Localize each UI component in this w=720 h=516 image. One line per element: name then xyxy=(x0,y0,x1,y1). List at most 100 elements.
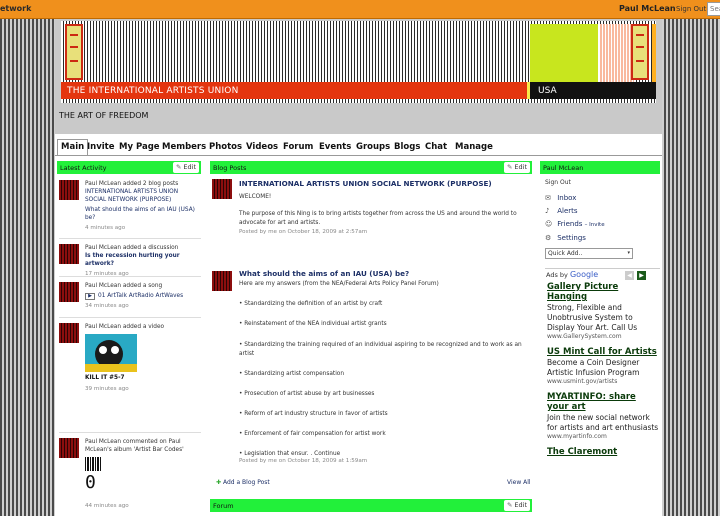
iau-logo-small-icon xyxy=(631,24,649,80)
people-icon: ☺ xyxy=(545,220,553,228)
view-all-link[interactable]: View All xyxy=(507,479,531,486)
banner-country: USA xyxy=(530,82,656,99)
ad-next-button[interactable]: ▶ xyxy=(637,271,646,280)
avatar[interactable] xyxy=(59,438,79,458)
site-header: THE INTERNATIONAL ARTISTS UNION USA THE … xyxy=(55,19,662,134)
song-link[interactable]: 01 ArtTalk ArtRadio ArtWaves xyxy=(98,293,183,299)
banner-orange-strip xyxy=(652,24,656,82)
barcode-image[interactable] xyxy=(85,457,101,471)
barcode-digit: 0 xyxy=(85,472,96,493)
ads-by-google[interactable]: Ads by Google xyxy=(546,270,598,279)
activity-time: 44 minutes ago xyxy=(85,503,129,509)
top-bar: etwork Paul McLean Sign Out xyxy=(0,0,720,19)
forum-title: Forum xyxy=(213,502,234,510)
blog-post-bullet: • Enforcement of fair compensation for a… xyxy=(239,431,386,437)
ad-body: Join the new social network for artists … xyxy=(547,413,659,432)
tab-blogs[interactable]: Blogs xyxy=(394,139,420,155)
blog-post-bullet: • Standardizing artist compensation xyxy=(239,371,345,377)
tab-manage[interactable]: Manage xyxy=(455,139,493,155)
avatar[interactable] xyxy=(59,282,79,302)
invite-link[interactable]: – Invite xyxy=(585,222,605,228)
activity-link[interactable]: INTERNATIONAL ARTISTS UNION SOCIAL NETWO… xyxy=(85,188,201,204)
forum-edit-button[interactable]: ✎ Edit xyxy=(503,500,530,511)
blog-post-meta: Posted by me on October 18, 2009 at 2:57… xyxy=(239,229,368,235)
tab-invite[interactable]: Invite xyxy=(87,139,115,155)
tab-forum[interactable]: Forum xyxy=(283,139,313,155)
network-name[interactable]: etwork xyxy=(0,4,31,13)
ad-title[interactable]: The Claremont xyxy=(547,447,660,457)
banner-peach-block xyxy=(600,24,634,82)
banner-title: THE INTERNATIONAL ARTISTS UNION xyxy=(61,82,527,99)
video-link[interactable]: KILL IT #5-7 xyxy=(85,374,201,382)
divider xyxy=(59,276,201,277)
author-avatar[interactable] xyxy=(212,271,232,291)
avatar[interactable] xyxy=(59,244,79,264)
tab-events[interactable]: Events xyxy=(319,139,351,155)
sidebar-item-inbox[interactable]: ✉ Inbox xyxy=(545,192,660,205)
tab-main[interactable]: Main xyxy=(57,139,89,155)
video-thumbnail[interactable] xyxy=(85,334,137,372)
ad-prev-button[interactable]: ◀ xyxy=(625,271,634,280)
blog-posts-title: Blog Posts xyxy=(213,164,247,172)
ads-list: Gallery Picture Hanging Strong, Flexible… xyxy=(547,282,660,457)
tab-chat[interactable]: Chat xyxy=(425,139,447,155)
sidebar-sign-out-link[interactable]: Sign Out xyxy=(545,179,660,186)
user-box-title[interactable]: Paul McLean xyxy=(543,164,583,172)
google-logo: Google xyxy=(569,270,599,279)
activity-link[interactable]: What should the aims of an IAU (USA) be? xyxy=(85,206,201,222)
activity-edit-button[interactable]: ✎ Edit xyxy=(172,162,199,173)
tab-my-page[interactable]: My Page xyxy=(119,139,160,155)
tab-photos[interactable]: Photos xyxy=(209,139,242,155)
blog-post-bullet: • Prosecution of artist abuse by art bus… xyxy=(239,391,375,397)
envelope-icon: ✉ xyxy=(545,194,551,202)
ad-title[interactable]: US Mint Call for Artists xyxy=(547,347,660,357)
activity-time: 4 minutes ago xyxy=(85,225,126,231)
nav-divider xyxy=(55,155,662,156)
blog-post-title[interactable]: INTERNATIONAL ARTISTS UNION SOCIAL NETWO… xyxy=(239,179,531,188)
tab-groups[interactable]: Groups xyxy=(356,139,390,155)
ad-url[interactable]: www.GallerySystem.com xyxy=(547,333,660,340)
ad-url[interactable]: www.myartinfo.com xyxy=(547,433,660,440)
activity-text: Paul McLean added a video xyxy=(85,324,165,330)
ad-url[interactable]: www.usmint.gov/artists xyxy=(547,378,660,385)
sidebar-item-alerts[interactable]: ♪ Alerts xyxy=(545,205,660,218)
sidebar-item-settings[interactable]: ⚙ Settings xyxy=(545,232,660,245)
blog-post-bullet: • Reinstatement of the NEA individual ar… xyxy=(239,321,387,327)
blog-post-meta: Posted by me on October 18, 2009 at 1:59… xyxy=(239,458,368,464)
activity-text: Paul McLean added 2 blog posts xyxy=(85,181,179,187)
ad-title[interactable]: MYARTINFO: share your art xyxy=(547,392,660,412)
wrench-icon: ✎ xyxy=(175,163,182,171)
sign-out-link[interactable]: Sign Out xyxy=(676,5,706,13)
user-name-link[interactable]: Paul McLean xyxy=(619,4,676,13)
quick-add-select[interactable]: Quick Add.. ▾ xyxy=(545,248,633,259)
latest-activity-header: Latest Activity ✎ Edit xyxy=(57,161,201,174)
banner-yellow-block xyxy=(530,24,598,82)
sidebar-item-friends[interactable]: ☺ Friends – Invite xyxy=(545,218,660,232)
tab-members[interactable]: Members xyxy=(162,139,206,155)
play-icon[interactable]: ▶ xyxy=(85,293,95,300)
activity-link[interactable]: Is the recession hurting your artwork? xyxy=(85,252,201,268)
blog-post-text: WELCOME! xyxy=(239,194,272,200)
ad-title[interactable]: Gallery Picture Hanging xyxy=(547,282,660,302)
tab-videos[interactable]: Videos xyxy=(246,139,278,155)
divider xyxy=(59,238,201,239)
blog-post-bullet: • Legislation that ensur. . Continue xyxy=(239,451,341,457)
author-avatar[interactable] xyxy=(212,179,232,199)
user-box-header: Paul McLean xyxy=(540,161,660,174)
site-tagline: THE ART OF FREEDOM xyxy=(59,111,149,120)
blog-post-title[interactable]: What should the aims of an IAU (USA) be? xyxy=(239,269,531,278)
divider xyxy=(545,268,660,269)
blog-edit-button[interactable]: ✎ Edit xyxy=(503,162,530,173)
bell-icon: ♪ xyxy=(545,207,550,215)
divider xyxy=(59,432,201,433)
iau-logo-icon[interactable] xyxy=(65,24,83,80)
activity-time: 39 minutes ago xyxy=(85,386,129,392)
plus-icon: ✚ xyxy=(216,479,222,486)
blog-post-bullet: • Reform of art industry structure in fa… xyxy=(239,411,388,417)
divider xyxy=(59,317,201,318)
add-blog-post-link[interactable]: ✚ Add a Blog Post xyxy=(216,479,270,486)
search-input[interactable] xyxy=(707,2,720,16)
avatar[interactable] xyxy=(59,323,79,343)
blog-post-bullet: • Standardizing the training required of… xyxy=(239,342,522,357)
avatar[interactable] xyxy=(59,180,79,200)
